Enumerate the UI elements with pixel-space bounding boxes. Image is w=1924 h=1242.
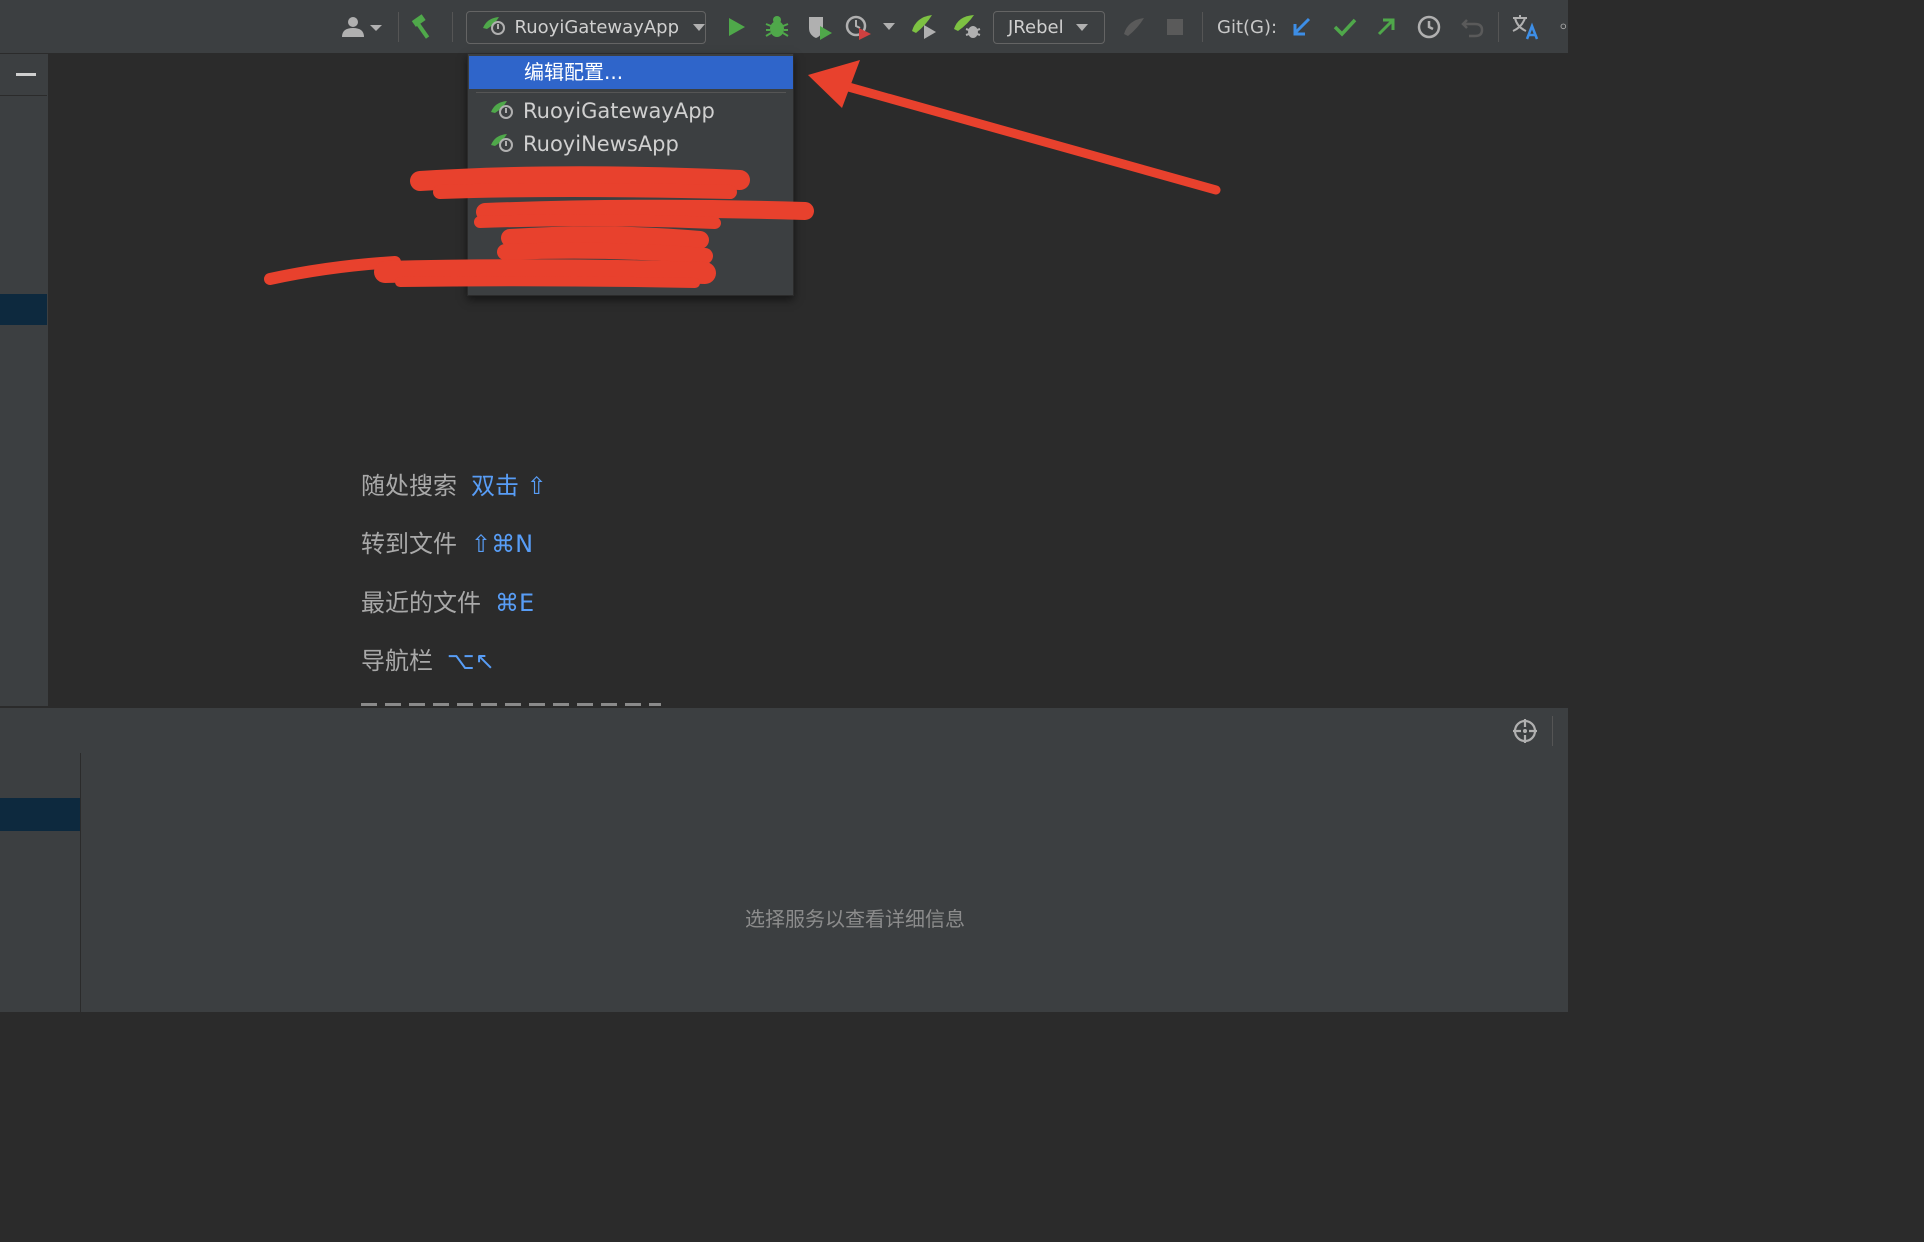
hint-label: 导航栏 — [361, 647, 433, 675]
selected-tree-row[interactable] — [0, 294, 47, 325]
git-commit-icon[interactable] — [1330, 0, 1360, 53]
jrebel-selector[interactable]: JRebel — [993, 11, 1105, 44]
main-toolbar: RuoyiGatewayApp JRebel Git(G): — [0, 0, 1568, 54]
profiler-icon[interactable] — [844, 0, 874, 53]
hint-label: 转到文件 — [361, 530, 457, 558]
clipped-hint-line — [361, 699, 661, 706]
empty-state-message: 选择服务以查看详细信息 — [745, 907, 965, 931]
hint-shortcut: 双击 ⇧ — [471, 472, 547, 500]
build-hammer-icon[interactable] — [408, 0, 438, 53]
hint-shortcut: ⇧⌘N — [471, 530, 534, 558]
profiler-menu-chevron-icon[interactable] — [880, 0, 898, 53]
dropdown-item-gateway[interactable]: RuoyiGatewayApp — [469, 95, 793, 127]
hint-recent-files: 最近的文件 ⌘E — [361, 583, 534, 618]
history-clock-icon[interactable] — [1414, 0, 1444, 53]
hint-shortcut: ⌘E — [495, 589, 535, 617]
jrebel-run-icon[interactable] — [906, 0, 940, 53]
run-icon[interactable] — [722, 0, 750, 53]
hint-navigation-bar: 导航栏 ⌥↖ — [361, 641, 495, 676]
jrebel-label: JRebel — [1008, 17, 1064, 38]
stop-icon[interactable] — [1162, 0, 1188, 53]
chevron-down-icon — [693, 24, 705, 31]
rollback-icon[interactable] — [1458, 0, 1488, 53]
chevron-down-icon — [1075, 24, 1088, 31]
edit-configurations-item[interactable]: 编辑配置... — [469, 56, 793, 89]
git-label: Git(G): — [1217, 17, 1278, 38]
coverage-icon[interactable] — [804, 0, 836, 53]
hint-search-everywhere: 随处搜索 双击 ⇧ — [361, 466, 547, 501]
dropdown-item-label: RuoyiNewsApp — [523, 132, 679, 156]
spring-boot-icon — [489, 98, 517, 125]
services-panel-header — [0, 707, 1568, 754]
jrebel-debug-icon[interactable] — [950, 0, 984, 53]
selected-service-row[interactable] — [0, 798, 80, 831]
search-icon[interactable] — [1552, 0, 1568, 53]
run-config-selector[interactable]: RuoyiGatewayApp — [466, 11, 706, 44]
git-update-icon[interactable] — [1288, 0, 1316, 53]
run-config-dropdown: 编辑配置... RuoyiGatewayApp RuoyiNewsApp — [467, 53, 794, 296]
git-push-icon[interactable] — [1372, 0, 1400, 53]
hint-label: 随处搜索 — [361, 472, 457, 500]
attach-debugger-icon[interactable] — [1118, 0, 1150, 53]
spring-boot-icon — [489, 131, 517, 158]
debug-bug-icon[interactable] — [762, 0, 792, 53]
project-tool-strip — [0, 54, 49, 706]
dropdown-item-news[interactable]: RuoyiNewsApp — [469, 128, 793, 160]
user-account-icon[interactable] — [338, 0, 384, 53]
spring-boot-icon — [481, 14, 509, 41]
run-config-label: RuoyiGatewayApp — [514, 17, 679, 38]
editor-empty-area: 随处搜索 双击 ⇧ 转到文件 ⇧⌘N 最近的文件 ⌘E 导航栏 ⌥↖ — [49, 54, 1568, 706]
hint-goto-file: 转到文件 ⇧⌘N — [361, 524, 533, 559]
collapse-icon[interactable] — [16, 73, 36, 76]
hint-shortcut: ⌥↖ — [447, 647, 495, 675]
hint-label: 最近的文件 — [361, 589, 481, 617]
services-detail-area: 选择服务以查看详细信息 — [81, 753, 1568, 1012]
translate-icon[interactable] — [1508, 0, 1542, 53]
services-tree — [0, 753, 81, 1012]
dropdown-item-label: RuoyiGatewayApp — [523, 99, 715, 123]
target-locate-icon[interactable] — [1512, 718, 1538, 744]
